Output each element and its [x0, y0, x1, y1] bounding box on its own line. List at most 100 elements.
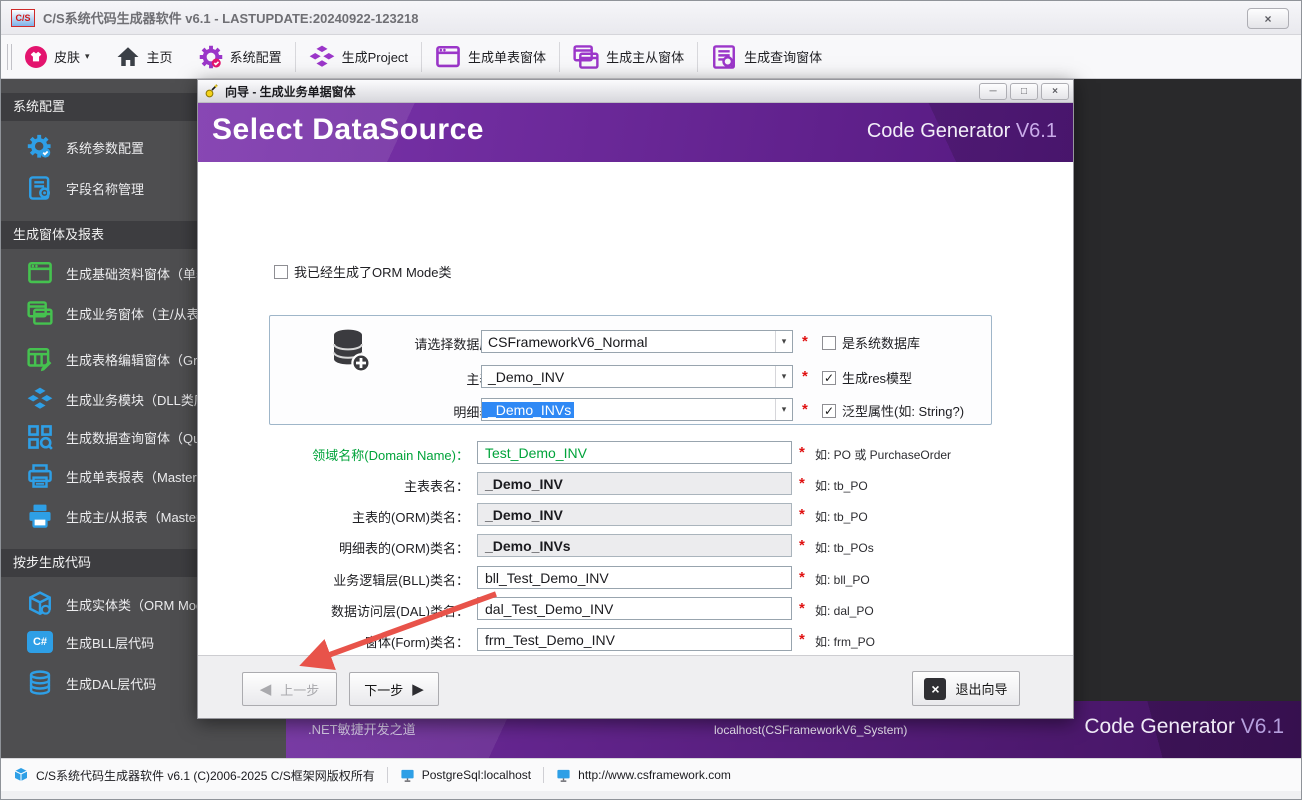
wand-icon	[203, 83, 219, 99]
master-orm-class-hint: 如: tb_PO	[815, 508, 868, 525]
minimize-icon[interactable]: ─	[979, 83, 1007, 100]
orm-model-checkbox[interactable]: 我已经生成了ORM Mode类	[274, 262, 451, 281]
sidebar-item-label: 系统参数配置	[66, 138, 144, 157]
sidebar-item-label: 生成单表报表（Master）	[66, 467, 210, 486]
status-bar: C/S系统代码生成器软件 v6.1 (C)2006-2025 C/S框架网版权所…	[1, 758, 1302, 791]
generate-master-detail-form-button[interactable]: 生成主从窗体	[560, 39, 697, 75]
chevron-down-icon[interactable]: ▾	[775, 366, 792, 387]
checkbox-unchecked-icon[interactable]	[274, 265, 288, 279]
required-asterisk: *	[799, 475, 805, 492]
table-pencil-icon	[27, 346, 53, 372]
required-asterisk: *	[799, 537, 805, 554]
dal-class-label: 数据访问层(DAL)类名：	[238, 601, 469, 620]
window-icon	[27, 260, 53, 286]
sidebar-item-label: 生成DAL层代码	[66, 674, 156, 693]
squares-search-icon	[27, 424, 53, 450]
windows-double-icon	[27, 300, 53, 326]
shirt-icon	[25, 46, 47, 68]
system-config-button[interactable]: 系统配置	[186, 39, 295, 75]
generate-single-form-button[interactable]: 生成单表窗体	[422, 39, 559, 75]
system-config-label: 系统配置	[230, 47, 282, 66]
cube-3d-icon	[13, 767, 29, 783]
dal-class-hint: 如: dal_PO	[815, 602, 874, 619]
checkbox-unchecked-icon[interactable]	[822, 336, 836, 350]
monitor-icon	[400, 768, 415, 783]
required-asterisk: *	[802, 401, 808, 418]
application-window: C/S C/S系统代码生成器软件 v6.1 - LASTUPDATE:20240…	[0, 0, 1302, 800]
csharp-icon: C#	[27, 631, 53, 653]
home-button[interactable]: 主页	[103, 39, 186, 75]
dialog-banner: Select DataSource Code Generator V6.1	[198, 103, 1073, 162]
close-icon[interactable]: ×	[1247, 8, 1289, 29]
close-icon[interactable]: ×	[1041, 83, 1069, 100]
required-asterisk: *	[799, 600, 805, 617]
exit-wizard-label: 退出向导	[955, 679, 1007, 698]
detail-table-combobox[interactable]: _Demo_INVs ▾	[481, 398, 793, 421]
required-asterisk: *	[799, 631, 805, 648]
system-database-checkbox[interactable]: 是系统数据库	[822, 333, 920, 352]
domain-name-hint: 如: PO 或 PurchaseOrder	[815, 446, 951, 463]
windows-double-icon	[573, 44, 599, 70]
required-asterisk: *	[802, 333, 808, 350]
status-website-text: http://www.csframework.com	[578, 768, 731, 782]
document-search-icon	[711, 44, 737, 70]
required-asterisk: *	[799, 506, 805, 523]
bll-class-input[interactable]: bll_Test_Demo_INV	[477, 566, 792, 589]
generate-res-model-checkbox[interactable]: ✓ 生成res模型	[822, 368, 912, 387]
checkbox-checked-icon[interactable]: ✓	[822, 371, 836, 385]
database-combobox[interactable]: CSFrameworkV6_Normal ▾	[481, 330, 793, 353]
generic-property-checkbox-label: 泛型属性(如: String?)	[842, 401, 964, 420]
master-table-combobox-value: _Demo_INV	[482, 369, 564, 385]
required-asterisk: *	[799, 569, 805, 586]
dialog-title: 向导 - 生成业务单据窗体	[225, 83, 356, 100]
status-website[interactable]: http://www.csframework.com	[544, 768, 743, 783]
detail-orm-class-input: _Demo_INVs	[477, 534, 792, 557]
generate-query-form-button[interactable]: 生成查询窗体	[698, 39, 835, 75]
dialog-titlebar[interactable]: 向导 - 生成业务单据窗体 ─ □ ×	[198, 80, 1073, 103]
home-icon	[116, 45, 140, 69]
master-table-name-hint: 如: tb_PO	[815, 477, 868, 494]
chevron-down-icon: ▾	[85, 51, 90, 62]
previous-step-button[interactable]: ◀ 上一步	[242, 672, 337, 706]
banner-brand: Code Generator V6.1	[867, 120, 1057, 143]
previous-step-label: 上一步	[280, 680, 319, 699]
server-connection-text: localhost(CSFrameworkV6_System)	[714, 723, 907, 737]
master-table-label: 主表:	[376, 369, 496, 388]
domain-name-input[interactable]: Test_Demo_INV	[477, 441, 792, 464]
detail-table-label: 明细表:	[376, 402, 496, 421]
home-label: 主页	[147, 47, 173, 66]
chevron-down-icon[interactable]: ▾	[775, 399, 792, 420]
close-icon: ×	[924, 678, 946, 700]
skin-button[interactable]: 皮肤 ▾	[12, 39, 103, 75]
form-class-input[interactable]: frm_Test_Demo_INV	[477, 628, 792, 651]
main-titlebar: C/S C/S系统代码生成器软件 v6.1 - LASTUPDATE:20240…	[1, 1, 1302, 35]
checkbox-checked-icon[interactable]: ✓	[822, 404, 836, 418]
window-icon	[435, 44, 461, 70]
maximize-icon[interactable]: □	[1010, 83, 1038, 100]
status-copyright-text: C/S系统代码生成器软件 v6.1 (C)2006-2025 C/S框架网版权所…	[36, 767, 375, 784]
chevron-down-icon[interactable]: ▾	[775, 331, 792, 352]
bll-class-hint: 如: bll_PO	[815, 571, 870, 588]
form-class-label: 窗体(Form)类名：	[238, 632, 469, 651]
required-asterisk: *	[799, 444, 805, 461]
generic-property-checkbox[interactable]: ✓ 泛型属性(如: String?)	[822, 401, 964, 420]
arrow-right-icon: ▶	[412, 680, 424, 698]
master-table-name-input: _Demo_INV	[477, 472, 792, 495]
dal-class-input[interactable]: dal_Test_Demo_INV	[477, 597, 792, 620]
dialog-window-buttons: ─ □ ×	[979, 83, 1069, 100]
skin-label: 皮肤	[54, 47, 80, 66]
domain-name-label: 领域名称(Domain Name)：	[238, 445, 469, 464]
master-orm-class-input: _Demo_INV	[477, 503, 792, 526]
database-add-icon	[330, 328, 370, 374]
database-icon	[27, 670, 53, 696]
main-toolbar: 皮肤 ▾ 主页 系统配置 生成Project 生成单表窗体 生成主从窗体	[1, 35, 1302, 79]
next-step-button[interactable]: 下一步 ▶	[349, 672, 439, 706]
exit-wizard-button[interactable]: × 退出向导	[912, 671, 1020, 706]
datasource-groupbox: 请选择数据库: CSFrameworkV6_Normal ▾ * 是系统数据库 …	[269, 315, 992, 425]
status-database[interactable]: PostgreSql:localhost	[388, 768, 543, 783]
gear-icon	[27, 134, 53, 160]
generate-project-button[interactable]: 生成Project	[296, 39, 421, 75]
banner-title: Select DataSource	[212, 113, 484, 147]
dialog-footer: ◀ 上一步 下一步 ▶ × 退出向导	[198, 655, 1073, 718]
master-table-combobox[interactable]: _Demo_INV ▾	[481, 365, 793, 388]
